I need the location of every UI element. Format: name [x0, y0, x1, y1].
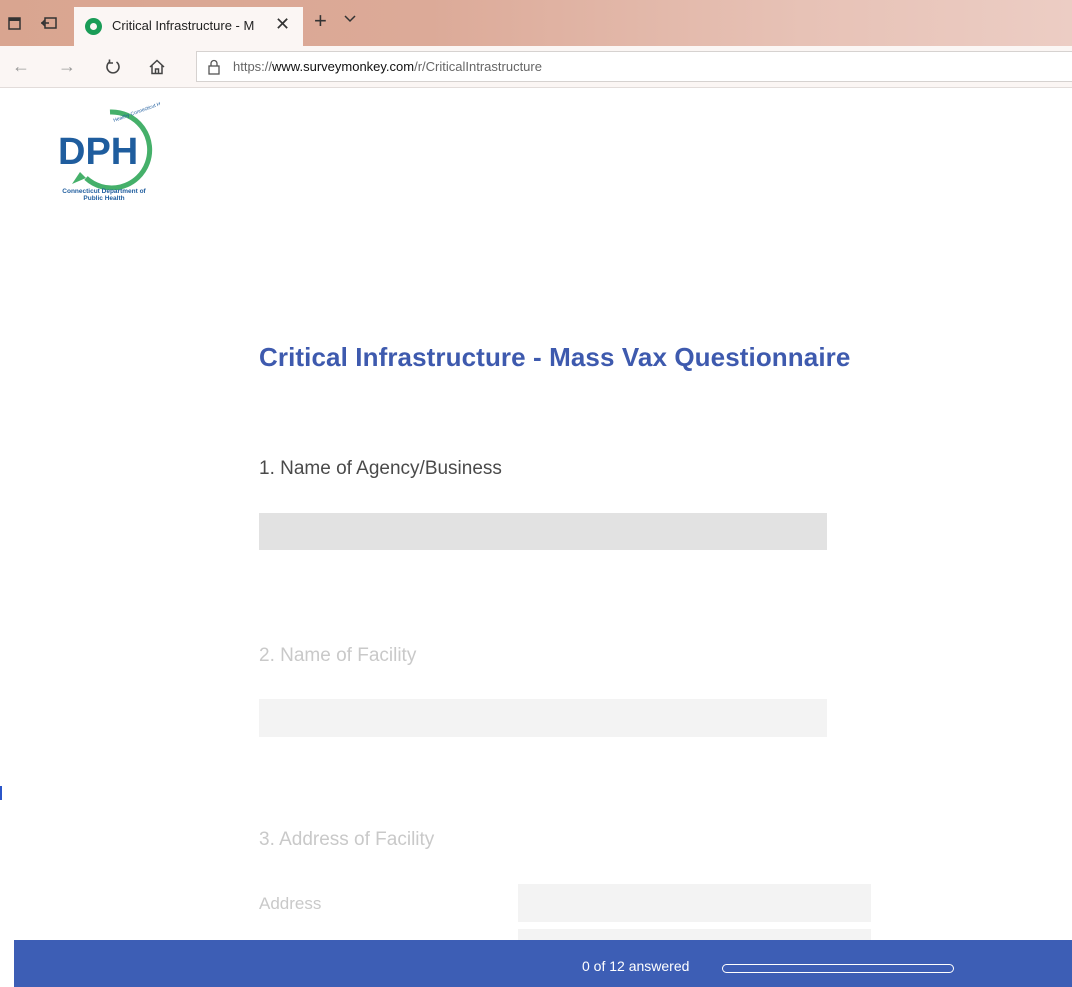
new-tab-icon[interactable]: +: [314, 10, 327, 32]
url-field[interactable]: https://www.surveymonkey.com/r/CriticalI…: [196, 51, 1072, 82]
back-arrow-icon[interactable]: ←: [12, 56, 30, 76]
address-field-label: Address: [259, 894, 322, 913]
question-1-label: 1. Name of Agency/Business: [259, 458, 502, 479]
refresh-icon[interactable]: [104, 58, 122, 76]
question-2-label: 2. Name of Facility: [259, 645, 417, 666]
agency-business-input[interactable]: [259, 513, 827, 550]
browser-tab-bar: Critical Infrastructure - M ✕ +: [0, 0, 1072, 46]
tab-close-icon[interactable]: ✕: [275, 14, 290, 34]
forward-arrow-icon[interactable]: →: [58, 56, 76, 76]
tab-active[interactable]: Critical Infrastructure - M ✕: [74, 7, 303, 46]
home-icon[interactable]: [148, 58, 166, 76]
browser-address-bar: ← → https://www.surveymonkey.com/r/Criti…: [0, 46, 1072, 88]
lock-icon[interactable]: [207, 59, 221, 75]
tab-actions-icon[interactable]: [6, 14, 24, 32]
survey-title: Critical Infrastructure - Mass Vax Quest…: [259, 342, 851, 372]
question-3-label: 3. Address of Facility: [259, 829, 435, 850]
facility-name-input[interactable]: [259, 699, 827, 737]
dph-logo-graphic: DPH Healthy Connecticut Healthy: [58, 96, 174, 191]
dph-caption: Connecticut Department of Public Health: [62, 188, 146, 202]
progress-footer: 0 of 12 answered: [14, 940, 1072, 987]
chevron-down-icon[interactable]: [343, 12, 357, 26]
address-input[interactable]: [518, 884, 871, 922]
progress-text: 0 of 12 answered: [582, 958, 690, 974]
left-edge-mark: [0, 786, 5, 800]
surveymonkey-favicon-icon: [85, 18, 102, 35]
tabs-aside-icon[interactable]: [40, 14, 58, 32]
dph-letters: DPH: [58, 131, 138, 173]
progress-bar: [722, 964, 954, 973]
url-text: https://www.surveymonkey.com/r/CriticalI…: [233, 59, 542, 74]
dph-logo: DPH Healthy Connecticut Healthy Connecti…: [50, 96, 174, 212]
tab-title: Critical Infrastructure - M: [112, 18, 255, 33]
